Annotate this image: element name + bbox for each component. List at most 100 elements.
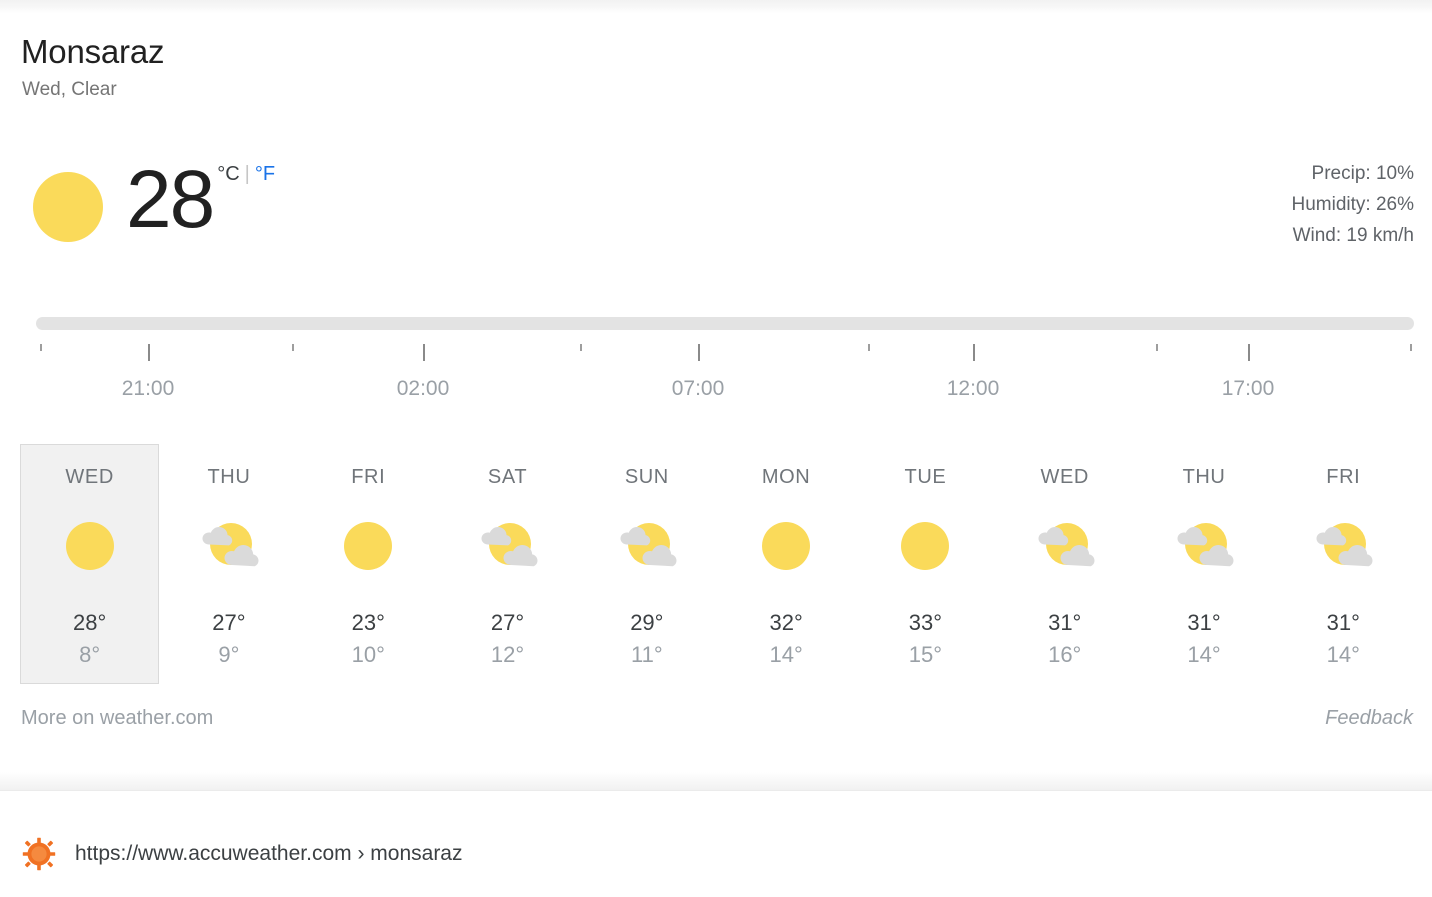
forecast-day-label: FRI <box>351 466 386 488</box>
forecast-day-mon-5[interactable]: MON 32° 14° <box>716 444 855 684</box>
forecast-day-high: 33° <box>908 610 943 635</box>
current-stats: Precip: 10% Humidity: 26% Wind: 19 km/h <box>1292 158 1415 251</box>
unit-separator: | <box>244 163 250 185</box>
partly-cloudy-icon <box>1312 517 1374 575</box>
partly-cloudy-icon <box>198 517 260 575</box>
timeline-tick-label: 21:00 <box>121 377 175 400</box>
sunny-icon <box>59 517 121 575</box>
forecast-day-low: 8° <box>79 642 101 667</box>
timeline-tick-label: 07:00 <box>671 377 725 400</box>
daily-forecast-row: WED 28° 8° THU 27° 9° FRI 23° 10° SAT 27° 12° SUN 29°… <box>20 444 1413 684</box>
forecast-day-label: WED <box>1040 466 1089 488</box>
forecast-day-wed-0[interactable]: WED 28° 8° <box>20 444 160 684</box>
result-url[interactable]: https://www.accuweather.com › monsaraz <box>75 840 463 868</box>
timeline-tick-major <box>148 344 150 361</box>
timeline-tick-label: 12:00 <box>946 377 1000 400</box>
forecast-day-low: 15° <box>908 642 943 667</box>
forecast-day-sun-4[interactable]: SUN 29° 11° <box>577 444 716 684</box>
page-title: Monsaraz <box>21 33 165 70</box>
forecast-day-temps: 31° 14° <box>1327 607 1360 671</box>
forecast-day-label: FRI <box>1326 466 1361 488</box>
timeline-ticks <box>0 344 1432 368</box>
humidity-stat: Humidity: 26% <box>1291 194 1415 215</box>
partly-cloudy-icon <box>477 517 539 575</box>
forecast-day-fri-2[interactable]: FRI 23° 10° <box>299 444 438 684</box>
forecast-day-temps: 27° 9° <box>212 607 245 671</box>
forecast-day-thu-1[interactable]: THU 27° 9° <box>159 444 298 684</box>
forecast-day-temps: 27° 12° <box>491 607 524 671</box>
forecast-day-high: 28° <box>73 610 107 635</box>
forecast-day-high: 32° <box>769 610 803 635</box>
timeline-tick-labels: 21:00 02:00 07:00 12:00 17:00 <box>0 376 1432 404</box>
current-temperature: 28 <box>126 154 215 245</box>
forecast-day-low: 12° <box>490 642 525 667</box>
forecast-day-low: 14° <box>769 642 803 667</box>
weather-summary: Wed, Clear <box>22 79 117 100</box>
current-temperature-block: 28 °C | °F <box>126 152 275 252</box>
timeline-tick-minor <box>292 344 294 351</box>
timeline-tick-major <box>1248 344 1250 361</box>
forecast-day-thu-8[interactable]: THU 31° 14° <box>1134 444 1273 684</box>
forecast-day-high: 31° <box>1048 610 1082 635</box>
search-result-row[interactable]: https://www.accuweather.com › monsaraz <box>0 826 1432 882</box>
forecast-day-temps: 29° 11° <box>630 607 663 671</box>
partly-cloudy-icon <box>1034 517 1096 575</box>
forecast-day-temps: 28° 8° <box>73 607 106 671</box>
more-on-weather-link[interactable]: More on weather.com <box>21 705 213 731</box>
forecast-day-temps: 33° 15° <box>909 607 942 671</box>
timeline-tick-minor <box>1410 344 1412 351</box>
card-bottom-edge <box>0 772 1432 790</box>
partly-cloudy-icon <box>616 517 678 575</box>
timeline-tick-minor <box>40 344 42 351</box>
timeline-tick-minor <box>580 344 582 351</box>
forecast-day-label: SAT <box>487 466 528 488</box>
unit-celsius[interactable]: °C <box>217 163 239 185</box>
forecast-day-low: 11° <box>631 642 663 667</box>
forecast-day-label: WED <box>65 466 114 488</box>
forecast-day-low: 16° <box>1048 642 1082 667</box>
timeline-tick-major <box>423 344 425 361</box>
forecast-day-temps: 31° 14° <box>1187 607 1220 671</box>
forecast-day-label: THU <box>207 466 251 488</box>
forecast-day-sat-3[interactable]: SAT 27° 12° <box>438 444 577 684</box>
forecast-day-label: THU <box>1182 466 1226 488</box>
precip-stat: Precip: 10% <box>1311 163 1414 184</box>
forecast-day-low: 9° <box>218 642 240 667</box>
forecast-day-high: 31° <box>1187 610 1221 635</box>
forecast-day-high: 27° <box>490 610 525 635</box>
unit-fahrenheit-link[interactable]: °F <box>255 163 275 185</box>
forecast-day-temps: 23° 10° <box>352 607 385 671</box>
forecast-day-high: 27° <box>212 610 246 635</box>
sunny-icon <box>337 517 399 575</box>
accuweather-sun-icon <box>22 837 56 871</box>
timeline-tick-major <box>698 344 700 361</box>
forecast-day-high: 23° <box>351 610 385 635</box>
sunny-icon <box>755 517 817 575</box>
partly-cloudy-icon <box>1173 517 1235 575</box>
timeline-tick-label: 02:00 <box>396 377 450 400</box>
forecast-day-low: 10° <box>351 642 385 667</box>
forecast-day-tue-6[interactable]: TUE 33° 15° <box>856 444 995 684</box>
forecast-day-label: TUE <box>904 466 947 488</box>
forecast-day-label: SUN <box>624 466 669 488</box>
hourly-graph-bar[interactable] <box>36 317 1414 330</box>
timeline-tick-minor <box>1156 344 1158 351</box>
forecast-day-fri-9[interactable]: FRI 31° 14° <box>1274 444 1413 684</box>
weather-card: Monsaraz Wed, Clear 28 °C | °F Precip: 10% … <box>0 0 1432 791</box>
sunny-icon <box>33 172 103 242</box>
sunny-icon <box>894 517 956 575</box>
forecast-day-low: 14° <box>1187 642 1221 667</box>
timeline-tick-major <box>973 344 975 361</box>
forecast-day-wed-7[interactable]: WED 31° 16° <box>995 444 1134 684</box>
forecast-day-high: 31° <box>1326 610 1360 635</box>
timeline-tick-label: 17:00 <box>1221 377 1275 400</box>
unit-toggle: °C | °F <box>217 162 275 186</box>
forecast-day-high: 29° <box>630 610 664 635</box>
wind-stat: Wind: 19 km/h <box>1292 225 1414 246</box>
feedback-link[interactable]: Feedback <box>1325 705 1413 731</box>
timeline-tick-minor <box>868 344 870 351</box>
forecast-day-low: 14° <box>1326 642 1360 667</box>
forecast-day-label: MON <box>761 466 811 488</box>
card-top-edge <box>0 0 1432 14</box>
forecast-day-temps: 31° 16° <box>1048 607 1081 671</box>
